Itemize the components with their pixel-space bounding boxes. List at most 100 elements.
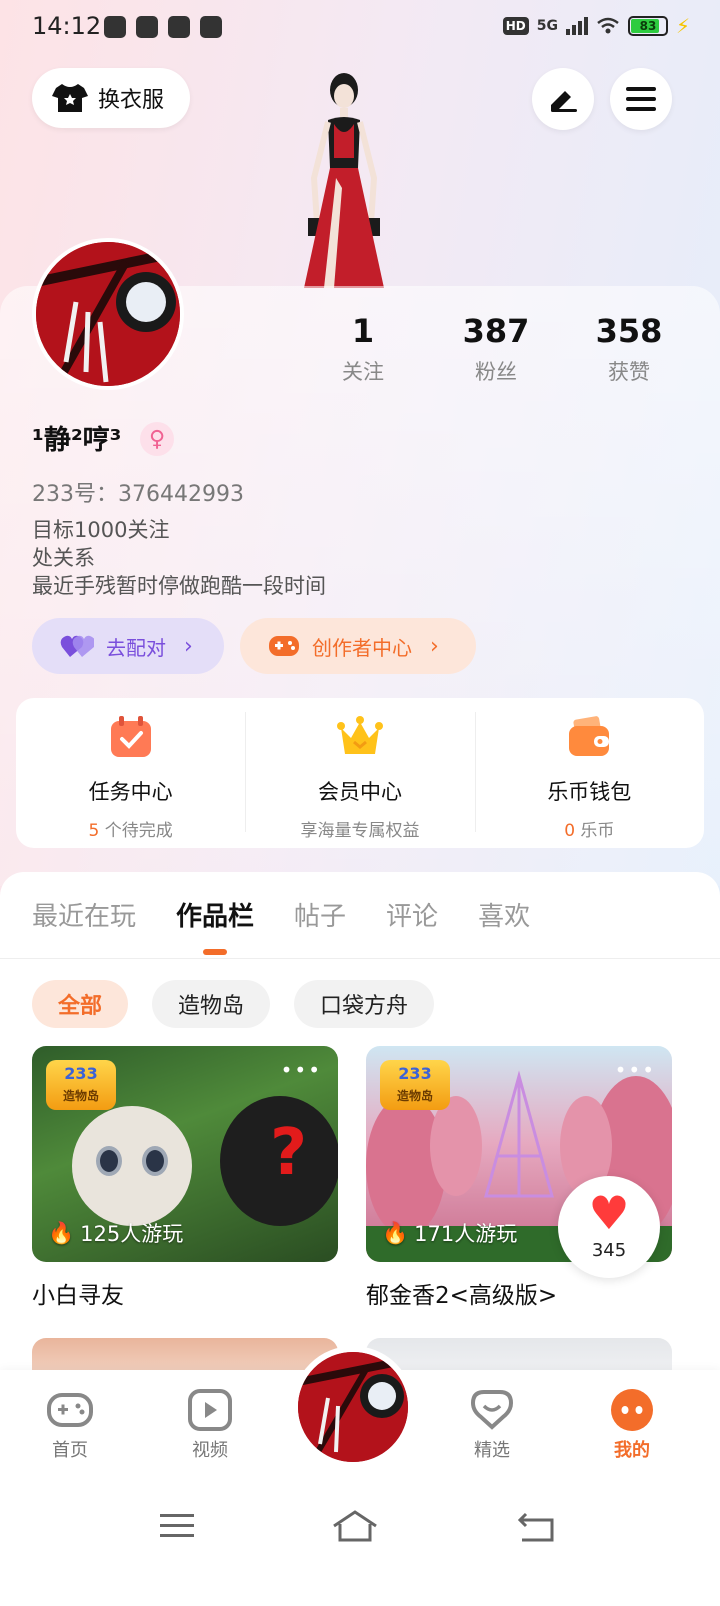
game-title: 小白寻友 — [32, 1283, 124, 1309]
wifi-icon — [597, 17, 619, 34]
badge-text: 造物岛 — [396, 1089, 433, 1103]
fans-label: 粉丝 — [475, 360, 517, 384]
status-bar: 14:12 HD 5G 83 ⚡ — [0, 0, 720, 56]
user-id[interactable]: 233号：376442993 — [32, 476, 244, 508]
creation-island-badge: 233 造物岛 — [46, 1060, 116, 1110]
like-count: 345 — [591, 1240, 627, 1261]
nav-mine[interactable]: 我的 — [582, 1388, 682, 1462]
smile-face-icon — [608, 1388, 656, 1432]
likes-stat[interactable]: 358 获赞 — [574, 312, 684, 386]
white-ball-character — [72, 1106, 192, 1226]
nav-home[interactable]: 首页 — [20, 1388, 120, 1462]
game-card[interactable]: ? 233 造物岛 ••• 🔥 125人游玩 小白寻友 — [32, 1046, 338, 1310]
status-time: 14:12 — [32, 12, 102, 40]
fans-stat[interactable]: 387 粉丝 — [441, 312, 551, 386]
tab-likes[interactable]: 喜欢 — [478, 896, 530, 933]
task-center-entry[interactable]: 任务中心 5 个待完成 — [16, 698, 245, 848]
game-title: 郁金香2<高级版> — [366, 1283, 558, 1309]
bio-line: 目标1000关注 — [32, 518, 170, 542]
heart-chat-icon — [468, 1388, 516, 1432]
chip-all[interactable]: 全部 — [32, 980, 129, 1028]
following-count: 1 — [351, 312, 375, 350]
home-icon[interactable] — [330, 1506, 380, 1546]
profile-tabs: 最近在玩 作品栏 帖子 评论 喜欢 — [32, 896, 530, 955]
tab-comments[interactable]: 评论 — [386, 896, 438, 933]
user-avatar[interactable] — [32, 238, 184, 390]
likes-label: 获赞 — [608, 360, 650, 384]
black-ball-character: ? — [220, 1096, 338, 1226]
pending-text: 个待完成 — [99, 821, 173, 841]
tab-works[interactable]: 作品栏 — [176, 896, 254, 955]
services-card: 任务中心 5 个待完成 会员中心 享海量专属权益 乐币钱包 0 乐币 — [16, 698, 704, 848]
chip-creation-island[interactable]: 造物岛 — [152, 980, 271, 1028]
avatar-character[interactable] — [284, 68, 404, 288]
nav-video[interactable]: 视频 — [160, 1388, 260, 1462]
play-count-text: 171人游玩 — [414, 1222, 518, 1246]
edit-profile-button[interactable] — [532, 68, 594, 130]
camera-notification-icon — [104, 16, 126, 38]
female-gender-icon: ♀ — [140, 422, 174, 456]
nav-home-label: 首页 — [52, 1440, 88, 1461]
tab-recently-played[interactable]: 最近在玩 — [32, 896, 136, 933]
nav-featured[interactable]: 精选 — [442, 1388, 542, 1462]
fan-notification-icon — [168, 16, 190, 38]
recent-apps-icon[interactable] — [152, 1506, 202, 1546]
fire-icon: 🔥 — [48, 1220, 75, 1245]
battery-icon: 83 — [627, 16, 668, 36]
creator-center-button[interactable]: 创作者中心 › — [240, 618, 476, 674]
coin-wallet-sub: 0 乐币 — [475, 816, 704, 841]
match-button[interactable]: 去配对 › — [32, 618, 224, 674]
nav-featured-label: 精选 — [474, 1440, 510, 1461]
signal-icon — [565, 17, 588, 35]
gamepad-icon — [46, 1388, 94, 1432]
edit-pen-icon — [551, 91, 577, 112]
coin-wallet-entry[interactable]: 乐币钱包 0 乐币 — [474, 698, 704, 848]
play-count: 🔥 125人游玩 — [48, 1218, 183, 1248]
filter-chips: 全部 造物岛 口袋方舟 — [32, 980, 435, 1028]
music-notification-icon — [200, 16, 222, 38]
chevron-right-icon: › — [430, 633, 439, 659]
coin-balance: 0 — [564, 821, 576, 841]
hd-icon: HD — [502, 17, 529, 35]
coin-unit: 乐币 — [575, 821, 615, 841]
following-label: 关注 — [342, 360, 384, 384]
vip-center-title: 会员中心 — [317, 780, 402, 804]
heart-icon: ♥ — [588, 1186, 630, 1240]
charging-icon: ⚡ — [675, 14, 690, 38]
following-stat[interactable]: 1 关注 — [308, 312, 418, 386]
chevron-right-icon: › — [184, 633, 193, 659]
wallet-icon — [569, 716, 610, 756]
notification-icons — [104, 16, 222, 38]
double-heart-icon — [60, 635, 94, 657]
task-calendar-icon — [110, 716, 151, 757]
system-status: HD 5G 83 ⚡ — [502, 14, 690, 38]
hamburger-menu-icon — [626, 87, 656, 111]
play-count-text: 125人游玩 — [80, 1222, 184, 1246]
crown-icon — [336, 716, 383, 754]
more-options-icon[interactable]: ••• — [281, 1058, 322, 1082]
network-type: 5G — [536, 18, 558, 34]
back-icon[interactable] — [512, 1506, 562, 1546]
video-play-icon — [186, 1388, 234, 1432]
coin-wallet-title: 乐币钱包 — [547, 780, 632, 804]
likes-count: 358 — [595, 312, 663, 350]
system-nav-bar — [0, 1476, 720, 1606]
chip-pocket-ark[interactable]: 口袋方舟 — [294, 980, 435, 1028]
change-outfit-button[interactable]: 换衣服 — [32, 68, 190, 128]
tab-posts[interactable]: 帖子 — [294, 896, 346, 933]
nav-mine-label: 我的 — [614, 1440, 650, 1461]
fire-icon: 🔥 — [382, 1220, 409, 1245]
floating-like-button[interactable]: ♥ 345 — [558, 1176, 660, 1278]
gamepad-plus-icon — [269, 636, 299, 656]
menu-button[interactable] — [610, 68, 672, 130]
center-avatar-button[interactable] — [292, 1346, 414, 1468]
match-label: 去配对 — [106, 635, 166, 660]
app-notification-icon — [136, 16, 158, 38]
more-options-icon[interactable]: ••• — [615, 1058, 656, 1082]
game-thumbnail[interactable]: ? 233 造物岛 ••• 🔥 125人游玩 — [32, 1046, 338, 1262]
badge-text: 造物岛 — [62, 1089, 99, 1103]
vip-center-entry[interactable]: 会员中心 享海量专属权益 — [245, 698, 474, 848]
vip-center-sub: 享海量专属权益 — [300, 821, 420, 841]
task-center-title: 任务中心 — [88, 780, 173, 804]
pending-count: 5 — [88, 821, 100, 841]
